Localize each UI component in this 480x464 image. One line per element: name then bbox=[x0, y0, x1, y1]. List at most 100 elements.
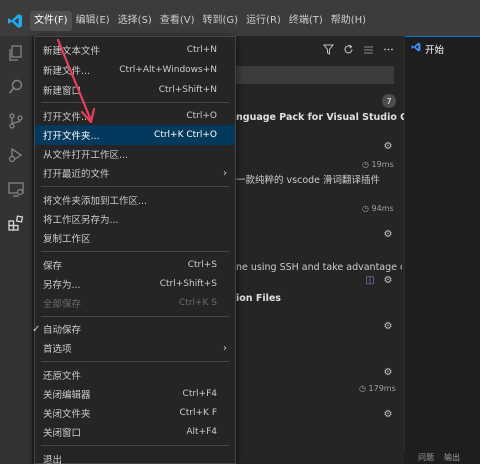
menu-item-label: 打开文件夹... bbox=[43, 131, 100, 142]
extension-description: 一款纯粹的 vscode 滑词翻译插件 bbox=[236, 175, 381, 186]
sidebar-toolbar bbox=[322, 42, 394, 56]
remote-explorer-icon[interactable] bbox=[0, 172, 32, 206]
menu-item-label: 全部保存 bbox=[43, 299, 82, 310]
menu-bar: 文件(F) 编辑(E) 选择(S) 查看(V) 转到(G) 运行(R) 终端(T… bbox=[30, 10, 370, 32]
menu-item-close-editor[interactable]: 关闭编辑器 Ctrl+F4 bbox=[35, 384, 235, 404]
menu-item-label: 打开文件... bbox=[43, 112, 91, 123]
menu-item-new-file[interactable]: 新建文件... Ctrl+Alt+Windows+N bbox=[35, 60, 235, 80]
explorer-icon[interactable] bbox=[0, 36, 32, 70]
menu-item-revert-file[interactable]: 还原文件 bbox=[35, 365, 235, 385]
activation-time: ◷ 94ms bbox=[362, 204, 394, 213]
gear-icon[interactable]: ⚙ bbox=[382, 140, 394, 152]
vscode-logo-icon bbox=[4, 10, 26, 32]
extension-title[interactable]: ion Files bbox=[236, 293, 281, 304]
menu-item-shortcut: Ctrl+N bbox=[186, 45, 217, 55]
search-icon[interactable] bbox=[0, 70, 32, 104]
menu-item-shortcut: Ctrl+Shift+S bbox=[159, 279, 217, 289]
clock-icon: ◷ bbox=[362, 204, 369, 213]
gear-icon[interactable]: ⚙ bbox=[382, 274, 394, 286]
menu-file[interactable]: 文件(F) bbox=[30, 11, 72, 31]
menu-go[interactable]: 转到(G) bbox=[199, 11, 243, 31]
activation-time: ◷ 19ms bbox=[362, 160, 394, 169]
menu-edit[interactable]: 编辑(E) bbox=[72, 11, 114, 31]
menu-item-close-window[interactable]: 关闭窗口 Alt+F4 bbox=[35, 422, 235, 442]
clear-icon[interactable] bbox=[362, 43, 374, 55]
menu-item-label: 关闭窗口 bbox=[43, 428, 82, 439]
chevron-right-icon: › bbox=[223, 167, 227, 179]
menu-run[interactable]: 运行(R) bbox=[242, 11, 285, 31]
gear-icon[interactable]: ⚙ bbox=[382, 320, 394, 332]
menu-separator bbox=[41, 186, 229, 187]
menu-item-open-recent[interactable]: 打开最近的文件 › bbox=[35, 163, 235, 183]
menu-separator bbox=[41, 361, 229, 362]
menu-item-open-workspace[interactable]: 从文件打开工作区... bbox=[35, 144, 235, 164]
tab-output[interactable]: 输出 bbox=[444, 452, 460, 464]
menu-item-shortcut: Ctrl+S bbox=[187, 260, 217, 270]
menu-item-save-workspace-as[interactable]: 将工作区另存为... bbox=[35, 209, 235, 229]
installed-count-badge: 7 bbox=[382, 94, 396, 108]
menu-item-label: 另存为... bbox=[43, 280, 81, 291]
menu-item-shortcut: Alt+F4 bbox=[186, 427, 217, 437]
menu-item-label: 还原文件 bbox=[43, 371, 82, 382]
menu-item-open-folder[interactable]: 打开文件夹... Ctrl+K Ctrl+O bbox=[35, 125, 235, 145]
menu-separator bbox=[41, 251, 229, 252]
menu-item-label: 复制工作区 bbox=[43, 234, 91, 245]
clock-icon: ◷ bbox=[359, 384, 366, 393]
activation-time-value: 19ms bbox=[371, 160, 394, 169]
menu-item-label: 将工作区另存为... bbox=[43, 215, 119, 226]
activation-time-value: 94ms bbox=[371, 204, 394, 213]
menu-item-save-all: 全部保存 Ctrl+K S bbox=[35, 293, 235, 313]
tab-label: 开始 bbox=[425, 44, 445, 56]
clock-icon: ◷ bbox=[362, 160, 369, 169]
menu-item-new-window[interactable]: 新建窗口 Ctrl+Shift+N bbox=[35, 80, 235, 100]
checkmark-icon: ✓ bbox=[32, 323, 41, 335]
vscode-tab-icon bbox=[411, 42, 421, 55]
tab-problems[interactable]: 问题 bbox=[418, 452, 434, 464]
menu-item-duplicate-workspace[interactable]: 复制工作区 bbox=[35, 228, 235, 248]
activation-time-value: 179ms bbox=[368, 384, 396, 393]
menu-item-add-folder[interactable]: 将文件夹添加到工作区... bbox=[35, 190, 235, 210]
more-actions-icon[interactable] bbox=[382, 43, 394, 55]
refresh-icon[interactable] bbox=[342, 43, 354, 55]
menu-item-preferences[interactable]: 首选项 › bbox=[35, 338, 235, 358]
gear-icon[interactable]: ⚙ bbox=[382, 408, 394, 420]
menu-item-label: 保存 bbox=[43, 261, 63, 272]
menu-item-new-text-file[interactable]: 新建文本文件 Ctrl+N bbox=[35, 40, 235, 60]
tab-welcome[interactable]: 开始 bbox=[405, 36, 480, 60]
activation-time: ◷ 179ms bbox=[359, 384, 396, 393]
editor-area: 开始 bbox=[404, 36, 480, 464]
menu-selection[interactable]: 选择(S) bbox=[114, 11, 156, 31]
menu-separator bbox=[41, 102, 229, 103]
menu-item-save[interactable]: 保存 Ctrl+S bbox=[35, 255, 235, 275]
menu-item-label: 退出 bbox=[43, 455, 63, 464]
menu-help[interactable]: 帮助(H) bbox=[327, 11, 370, 31]
run-debug-icon[interactable] bbox=[0, 138, 32, 172]
filter-icon[interactable] bbox=[322, 43, 334, 55]
source-control-icon[interactable] bbox=[0, 104, 32, 138]
menu-terminal[interactable]: 终端(T) bbox=[285, 11, 327, 31]
menu-item-shortcut: Ctrl+O bbox=[186, 111, 217, 121]
gear-icon[interactable]: ⚙ bbox=[382, 228, 394, 240]
activity-bar bbox=[0, 36, 32, 464]
menu-item-open-file[interactable]: 打开文件... Ctrl+O bbox=[35, 106, 235, 126]
menu-item-label: 关闭文件夹 bbox=[43, 409, 91, 420]
menu-item-exit[interactable]: 退出 bbox=[35, 449, 235, 464]
menu-item-label: 自动保存 bbox=[43, 325, 82, 336]
gear-icon[interactable]: ⚙ bbox=[382, 366, 394, 378]
menu-item-shortcut: Ctrl+K Ctrl+O bbox=[154, 130, 217, 140]
remote-icon: ◫ bbox=[365, 274, 375, 286]
menu-item-auto-save[interactable]: ✓ 自动保存 bbox=[32, 319, 235, 339]
panel-tabs: 问题 输出 bbox=[404, 452, 480, 464]
menu-separator bbox=[41, 316, 229, 317]
chevron-right-icon: › bbox=[223, 342, 227, 354]
extension-title[interactable]: nguage Pack for Visual Studio Code bbox=[236, 112, 427, 123]
menu-item-shortcut: Ctrl+Alt+Windows+N bbox=[119, 65, 217, 75]
extension-search-input[interactable] bbox=[222, 66, 394, 84]
menu-item-close-folder[interactable]: 关闭文件夹 Ctrl+K F bbox=[35, 403, 235, 423]
menu-view[interactable]: 查看(V) bbox=[156, 11, 199, 31]
menu-item-label: 从文件打开工作区... bbox=[43, 150, 129, 161]
extensions-icon[interactable] bbox=[0, 206, 32, 240]
menu-item-save-as[interactable]: 另存为... Ctrl+Shift+S bbox=[35, 274, 235, 294]
menu-item-shortcut: Ctrl+K F bbox=[179, 408, 218, 418]
menu-item-label: 新建文本文件 bbox=[43, 46, 101, 57]
